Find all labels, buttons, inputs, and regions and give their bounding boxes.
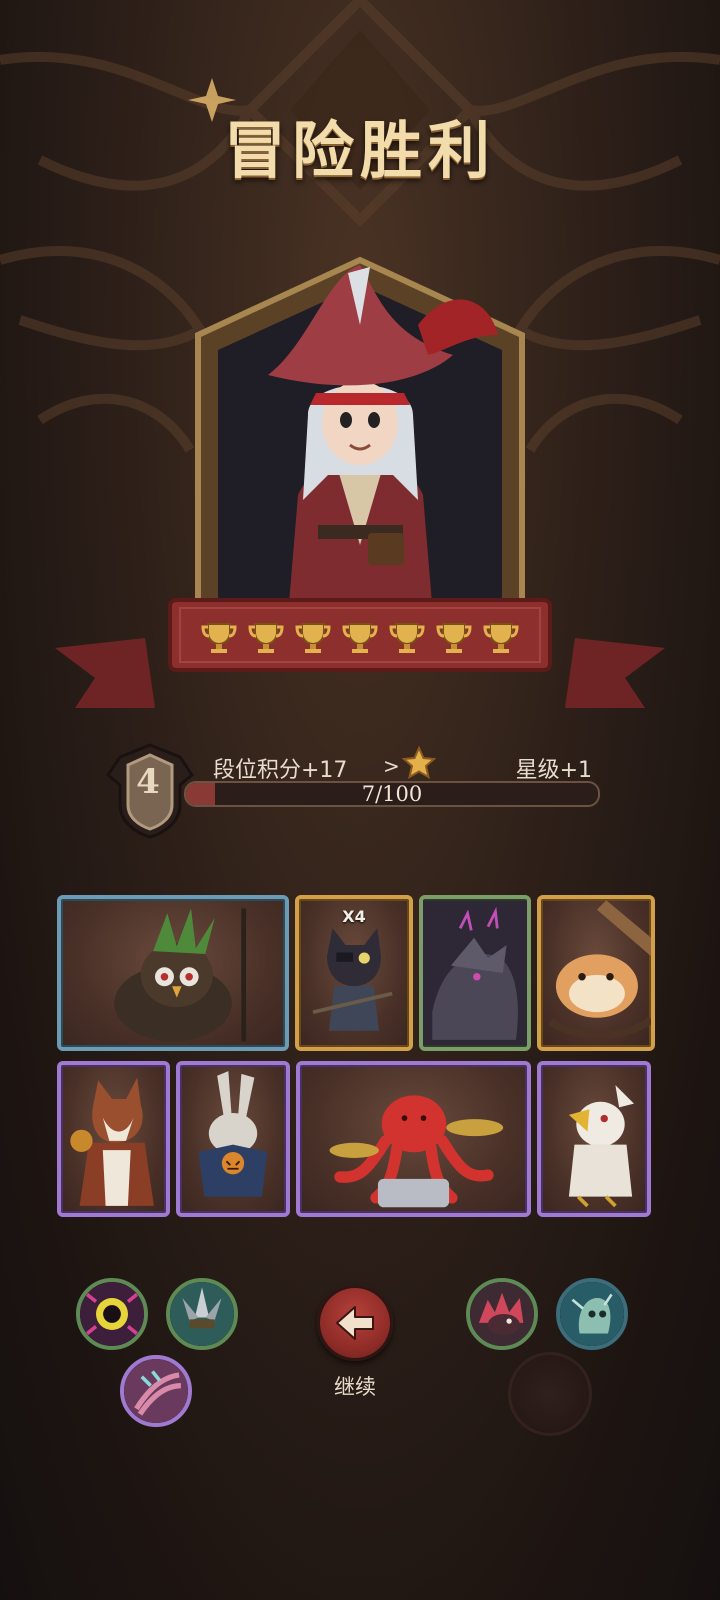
trophy-row	[200, 618, 520, 658]
hamster-portrait	[548, 900, 651, 1039]
victory-title: 冒险胜利	[223, 114, 496, 187]
trophy-icon	[483, 623, 519, 653]
trophy-icon	[342, 623, 378, 653]
card-cockatoo[interactable]	[537, 1061, 651, 1217]
trophy-icon	[201, 623, 237, 653]
dark-dragon-portrait	[423, 900, 527, 1046]
continue-label: 继续	[334, 1375, 376, 1399]
rank-progress-text: 7/100	[361, 782, 423, 806]
card-owl-shaman[interactable]	[57, 895, 289, 1051]
ghost-skill-icon[interactable]	[556, 1278, 628, 1350]
trophy-ribbon	[55, 598, 665, 708]
beast-skill-icon[interactable]	[466, 1278, 538, 1350]
arrow-text: >	[383, 754, 400, 778]
trophy-icon	[248, 623, 284, 653]
spike-skill-icon[interactable]	[166, 1278, 238, 1350]
continue-button[interactable]	[317, 1285, 393, 1361]
trophy-icon	[389, 623, 425, 653]
squirrel-portrait	[70, 1077, 154, 1206]
card-cat-pirate[interactable]: X4	[295, 895, 413, 1051]
card-rabbit-scarecrow[interactable]	[176, 1061, 290, 1217]
card-dark-dragon[interactable]	[419, 895, 531, 1051]
card-count-badge: X4	[342, 907, 366, 926]
rabbit-scarecrow-portrait	[198, 1071, 268, 1197]
back-arrow-icon	[336, 1306, 374, 1340]
eye-skill-icon[interactable]	[76, 1278, 148, 1350]
card-hamster[interactable]	[537, 895, 655, 1051]
rank-level: 4	[136, 762, 160, 802]
owl-shaman-portrait	[114, 908, 247, 1042]
octopus-drummer-portrait	[329, 1095, 504, 1208]
card-octopus-drummer[interactable]	[296, 1061, 531, 1217]
rank-score-label: 段位积分+17	[213, 758, 348, 783]
cockatoo-portrait	[568, 1085, 634, 1208]
claw-skill-icon[interactable]	[120, 1355, 192, 1427]
hero-portrait	[195, 256, 525, 628]
star-icon	[401, 745, 437, 780]
trophy-icon	[436, 623, 472, 653]
star-level-label: 星级+1	[515, 758, 592, 783]
card-squirrel[interactable]	[57, 1061, 170, 1217]
locked-slot-icon	[508, 1352, 592, 1436]
trophy-icon	[295, 623, 331, 653]
